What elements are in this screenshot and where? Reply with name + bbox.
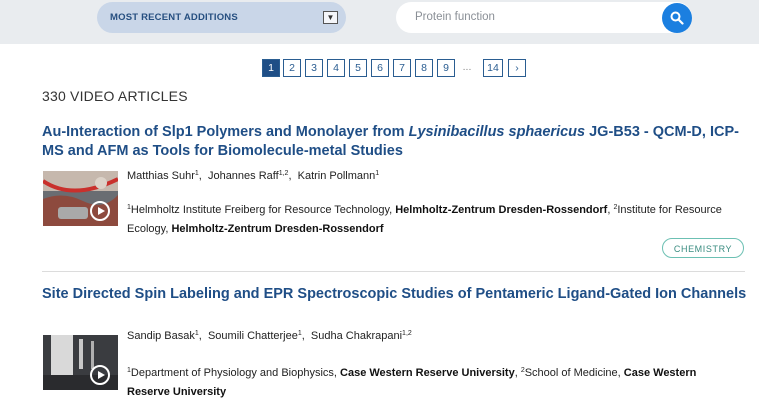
search-placeholder: Protein function xyxy=(415,11,495,23)
video-thumbnail[interactable] xyxy=(43,335,118,390)
article-authors: Matthias Suhr1, Johannes Raff1,2, Katrin… xyxy=(127,170,380,182)
divider xyxy=(42,271,745,272)
pagination-ellipsis: ... xyxy=(459,59,475,75)
author-link[interactable]: Katrin Pollmann xyxy=(298,170,376,182)
author-link[interactable]: Matthias Suhr xyxy=(127,170,195,182)
author-link[interactable]: Sudha Chakrapani xyxy=(311,330,402,342)
article-affiliations: 1Helmholtz Institute Freiberg for Resour… xyxy=(127,204,722,235)
article-affiliations: 1Department of Physiology and Biophysics… xyxy=(127,367,697,398)
article-title[interactable]: Site Directed Spin Labeling and EPR Spec… xyxy=(42,285,747,304)
author-link[interactable]: Sandip Basak xyxy=(127,330,195,342)
page-2-button[interactable]: 2 xyxy=(283,59,301,77)
page-14-button[interactable]: 14 xyxy=(483,59,503,77)
page-5-button[interactable]: 5 xyxy=(349,59,367,77)
page-3-button[interactable]: 3 xyxy=(305,59,323,77)
results-count: 330 VIDEO ARTICLES xyxy=(42,88,188,104)
page-7-button[interactable]: 7 xyxy=(393,59,411,77)
sort-label: MOST RECENT ADDITIONS xyxy=(110,12,238,23)
next-page-button[interactable]: › xyxy=(508,59,526,77)
search-icon xyxy=(670,11,684,25)
video-thumbnail[interactable] xyxy=(43,171,118,226)
article-authors: Sandip Basak1, Soumili Chatterjee1, Sudh… xyxy=(127,330,412,342)
author-link[interactable]: Soumili Chatterjee xyxy=(208,330,298,342)
page-1-button[interactable]: 1 xyxy=(262,59,280,77)
play-icon xyxy=(90,201,110,221)
page-4-button[interactable]: 4 xyxy=(327,59,345,77)
play-icon xyxy=(90,365,110,385)
article-title[interactable]: Au-Interaction of Slp1 Polymers and Mono… xyxy=(42,123,747,161)
filter-bar: MOST RECENT ADDITIONS ▼ Protein function xyxy=(0,0,759,44)
sort-dropdown[interactable]: MOST RECENT ADDITIONS ▼ xyxy=(97,2,346,33)
page-9-button[interactable]: 9 xyxy=(437,59,455,77)
page-8-button[interactable]: 8 xyxy=(415,59,433,77)
category-tag[interactable]: CHEMISTRY xyxy=(662,238,744,258)
chevron-down-icon[interactable]: ▼ xyxy=(323,11,338,24)
search-button[interactable] xyxy=(662,3,692,33)
author-link[interactable]: Johannes Raff xyxy=(208,170,279,182)
page-6-button[interactable]: 6 xyxy=(371,59,389,77)
search-input[interactable]: Protein function xyxy=(396,2,692,33)
